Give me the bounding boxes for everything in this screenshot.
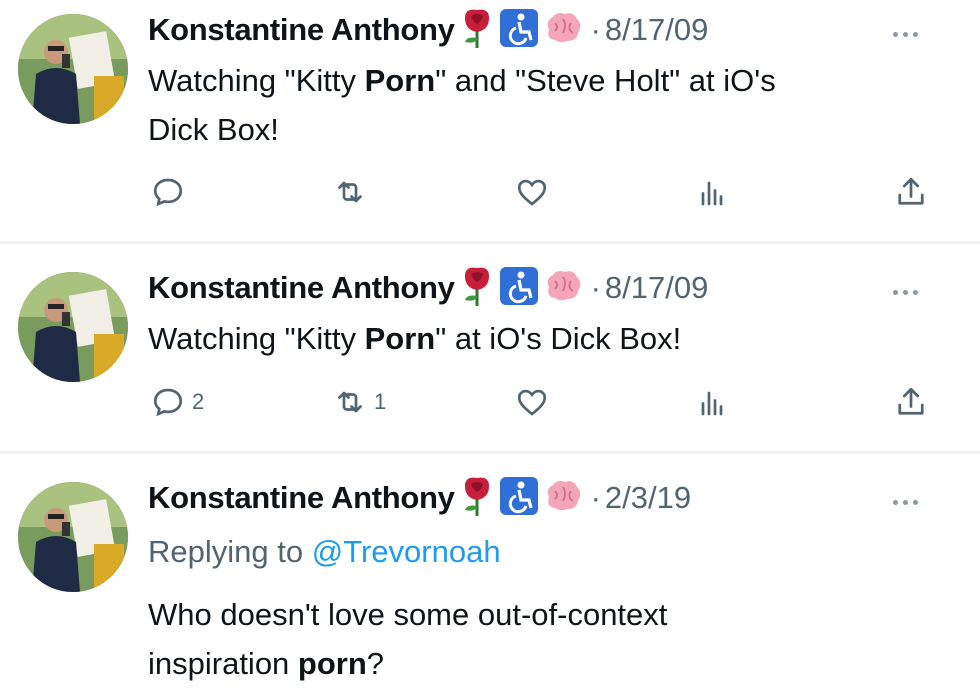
rose-emoji-icon [459, 266, 495, 311]
reply-icon [153, 388, 183, 417]
views-button[interactable] [694, 172, 730, 212]
tweet-actions: 2 1 [0, 382, 980, 422]
tweet-2[interactable]: Konstantine Anthony · 8/17/09 Watching "… [0, 244, 980, 450]
like-button[interactable] [514, 382, 550, 422]
text-part: " and "Steve Holt" at iO's [435, 63, 776, 98]
share-button[interactable] [893, 172, 929, 212]
like-button[interactable] [514, 172, 550, 212]
avatar[interactable] [18, 482, 128, 592]
retweet-button[interactable] [332, 172, 374, 212]
like-icon [517, 389, 547, 416]
tweet-date[interactable]: 8/17/09 [605, 270, 708, 306]
tweet-1[interactable]: Konstantine Anthony · 8/17/09 Watching "… [0, 0, 980, 240]
text-part: inspiration [148, 646, 298, 681]
more-icon[interactable] [893, 282, 933, 302]
replying-to: Replying to @Trevornoah [148, 534, 501, 570]
author-name[interactable]: Konstantine Anthony [148, 480, 455, 516]
tweet-date[interactable]: 2/3/19 [605, 480, 691, 516]
tweet-text: Who doesn't love some out-of-context ins… [148, 590, 948, 688]
views-button[interactable] [694, 382, 730, 422]
avatar-photo [18, 482, 128, 592]
wheelchair-symbol-icon [499, 476, 539, 521]
brain-emoji-icon [543, 479, 583, 518]
share-icon [898, 387, 924, 415]
avatar[interactable] [18, 14, 128, 124]
rose-emoji-icon [459, 476, 495, 521]
separator-dot: · [590, 270, 601, 305]
brain-emoji-icon [543, 269, 583, 308]
tweet-actions [0, 172, 980, 212]
retweet-button[interactable]: 1 [332, 382, 386, 422]
tweet-3[interactable]: Konstantine Anthony · 2/3/19 Replying to… [0, 454, 980, 690]
more-icon[interactable] [893, 492, 933, 512]
retweet-count: 1 [374, 389, 387, 414]
reply-handle-link[interactable]: @Trevornoah [312, 534, 501, 569]
text-bold: porn [297, 646, 367, 681]
text-part: Watching "Kitty [148, 321, 365, 356]
tweet-header: Konstantine Anthony · 2/3/19 [148, 476, 691, 521]
text-part: Watching "Kitty [148, 63, 365, 98]
share-icon [898, 177, 924, 205]
tweet-date[interactable]: 8/17/09 [605, 12, 708, 48]
text-part: ? [366, 646, 385, 681]
brain-emoji-icon [543, 11, 583, 50]
rose-emoji-icon [459, 8, 495, 53]
separator-dot: · [590, 480, 601, 515]
avatar-photo [18, 272, 128, 382]
retweet-icon [338, 181, 362, 203]
author-name[interactable]: Konstantine Anthony [148, 12, 455, 48]
views-icon [701, 391, 723, 416]
avatar[interactable] [18, 272, 128, 382]
tweet-text: Watching "Kitty Porn" and "Steve Holt" a… [148, 56, 948, 154]
author-name[interactable]: Konstantine Anthony [148, 270, 455, 306]
replying-prefix: Replying to [148, 534, 312, 569]
wheelchair-symbol-icon [499, 8, 539, 53]
avatar-photo [18, 14, 128, 124]
text-bold: Porn [364, 63, 436, 98]
text-bold: Porn [364, 321, 436, 356]
wheelchair-symbol-icon [499, 266, 539, 311]
tweet-header: Konstantine Anthony · 8/17/09 [148, 266, 708, 311]
views-icon [701, 181, 723, 206]
separator-dot: · [590, 12, 601, 47]
text-part: Dick Box! [148, 112, 279, 147]
tweet-text: Watching "Kitty Porn" at iO's Dick Box! [148, 314, 948, 363]
more-icon[interactable] [893, 24, 933, 44]
text-part: " at iO's Dick Box! [435, 321, 682, 356]
share-button[interactable] [893, 382, 929, 422]
retweet-icon [338, 391, 362, 413]
reply-button[interactable]: 2 [150, 382, 204, 422]
tweet-header: Konstantine Anthony · 8/17/09 [148, 8, 708, 53]
like-icon [517, 179, 547, 206]
reply-button[interactable] [150, 172, 192, 212]
tweet-feed: Konstantine Anthony · 8/17/09 Watching "… [0, 0, 980, 690]
text-part: Who doesn't love some out-of-context [148, 597, 668, 632]
reply-icon [153, 178, 183, 207]
reply-count: 2 [192, 389, 205, 414]
